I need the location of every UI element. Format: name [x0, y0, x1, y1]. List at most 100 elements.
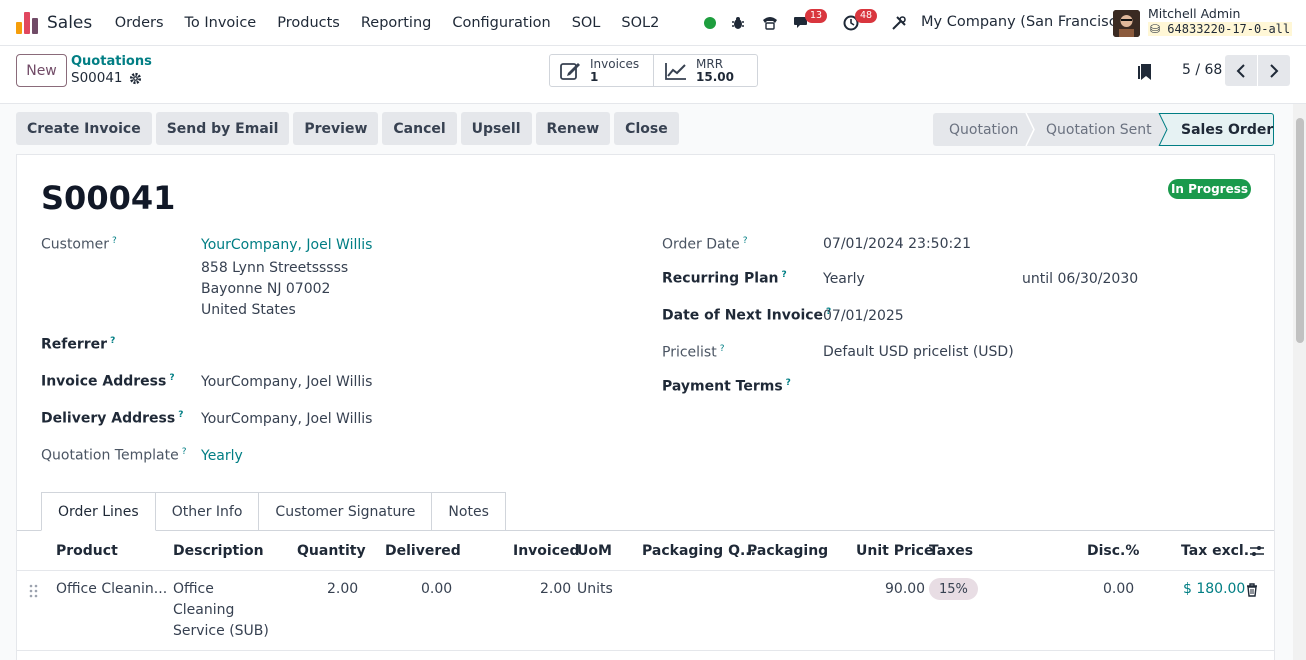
- messages-icon[interactable]: 13: [793, 9, 828, 31]
- drag-handle-icon[interactable]: [29, 584, 39, 598]
- referrer-field[interactable]: [201, 336, 501, 354]
- invoices-smart-button[interactable]: Invoices 1: [550, 55, 653, 86]
- pager-previous-button[interactable]: [1225, 55, 1257, 86]
- col-quantity[interactable]: Quantity: [297, 543, 366, 559]
- invoices-count: 1: [590, 69, 599, 84]
- row-description-line2[interactable]: Cleaning: [173, 602, 234, 618]
- col-invoiced[interactable]: Invoiced: [513, 543, 580, 559]
- customer-address-line2: Bayonne NJ 07002: [201, 281, 331, 297]
- mrr-smart-button[interactable]: MRR 15.00: [653, 55, 757, 86]
- recurring-until-field[interactable]: until 06/30/2030: [1022, 271, 1138, 287]
- close-button[interactable]: Close: [614, 112, 679, 145]
- menu-item-to-invoice[interactable]: To Invoice: [174, 0, 267, 46]
- payment-terms-field[interactable]: [823, 378, 1123, 396]
- send-by-email-button[interactable]: Send by Email: [155, 112, 290, 145]
- user-name[interactable]: Mitchell Admin: [1148, 6, 1240, 21]
- menu-item-orders[interactable]: Orders: [104, 0, 174, 46]
- row-description-line3[interactable]: Service (SUB): [173, 623, 269, 639]
- col-delivered[interactable]: Delivered: [385, 543, 461, 559]
- col-uom[interactable]: UoM: [577, 543, 612, 559]
- breadcrumb-quotations[interactable]: Quotations: [71, 54, 152, 69]
- row-quantity[interactable]: 2.00: [327, 581, 358, 597]
- customer-address-line1: 858 Lynn Streetsssss: [201, 260, 349, 276]
- top-navbar: Sales Orders To Invoice Products Reporti…: [0, 0, 1306, 46]
- col-description[interactable]: Description: [173, 543, 264, 559]
- order-date-label: Order Date?: [662, 236, 748, 253]
- col-product[interactable]: Product: [56, 543, 118, 559]
- bug-icon[interactable]: [731, 16, 745, 30]
- row-delivered[interactable]: 0.00: [421, 581, 452, 597]
- help-icon: ?: [110, 336, 116, 346]
- help-icon: ?: [178, 410, 184, 420]
- pager-next-button[interactable]: [1258, 55, 1290, 86]
- pricelist-label: Pricelist?: [662, 344, 725, 361]
- invoices-label: Invoices: [590, 56, 640, 71]
- renew-button[interactable]: Renew: [535, 112, 611, 145]
- menu-item-sol2[interactable]: SOL2: [611, 0, 670, 46]
- mrr-value: 15.00: [696, 69, 734, 84]
- col-tax-excl[interactable]: Tax excl.: [1181, 543, 1249, 559]
- breadcrumb-current: S00041: [71, 70, 142, 86]
- recurring-plan-field[interactable]: Yearly: [823, 271, 865, 287]
- sales-app-icon[interactable]: [16, 11, 38, 34]
- tools-icon[interactable]: [891, 15, 907, 31]
- row-unit-price[interactable]: 90.00: [885, 581, 925, 597]
- row-tax-tag[interactable]: 15%: [929, 578, 978, 600]
- pricelist-field[interactable]: Default USD pricelist (USD): [823, 344, 1014, 360]
- app-title[interactable]: Sales: [47, 13, 92, 33]
- trash-icon[interactable]: [1246, 583, 1258, 597]
- order-date-field[interactable]: 07/01/2024 23:50:21: [823, 236, 971, 252]
- gear-icon[interactable]: [129, 72, 142, 85]
- systray: 13 48: [700, 0, 907, 46]
- optional-columns-icon[interactable]: [1249, 544, 1265, 558]
- invoice-address-field[interactable]: YourCompany, Joel Willis: [201, 374, 372, 390]
- database-icon: ⛁: [1150, 22, 1161, 36]
- new-button[interactable]: New: [16, 54, 67, 87]
- row-uom[interactable]: Units: [577, 581, 613, 597]
- activities-clock-icon[interactable]: 48: [843, 9, 878, 31]
- scrollbar-thumb[interactable]: [1296, 118, 1304, 343]
- row-discount[interactable]: 0.00: [1103, 581, 1134, 597]
- tab-order-lines[interactable]: Order Lines: [41, 492, 156, 531]
- col-packaging-qty[interactable]: Packaging Q...: [642, 543, 756, 559]
- page-scrollbar[interactable]: [1293, 104, 1306, 660]
- bookmark-icon[interactable]: [1137, 63, 1153, 85]
- col-unit-price[interactable]: Unit Price: [856, 543, 933, 559]
- main-menu: Orders To Invoice Products Reporting Con…: [104, 0, 670, 46]
- tab-customer-signature[interactable]: Customer Signature: [259, 492, 433, 531]
- row-description-line1[interactable]: Office: [173, 581, 214, 597]
- line-chart-icon: [665, 62, 686, 80]
- cancel-button[interactable]: Cancel: [382, 112, 457, 145]
- col-taxes[interactable]: Taxes: [929, 543, 973, 559]
- help-icon: ?: [785, 378, 791, 388]
- chevron-left-icon: [1236, 63, 1245, 78]
- upsell-button[interactable]: Upsell: [460, 112, 532, 145]
- order-name: S00041: [41, 179, 176, 217]
- col-discount[interactable]: Disc.%: [1087, 543, 1139, 559]
- col-packaging[interactable]: Packaging: [747, 543, 828, 559]
- next-invoice-field[interactable]: 07/01/2025: [823, 308, 904, 324]
- menu-item-configuration[interactable]: Configuration: [442, 0, 561, 46]
- referrer-label: Referrer?: [41, 336, 116, 353]
- menu-item-sol[interactable]: SOL: [561, 0, 611, 46]
- pager-value[interactable]: 5 / 68: [1182, 62, 1222, 78]
- database-name-text: 64833220-17-0-all: [1167, 22, 1291, 36]
- tab-other-info[interactable]: Other Info: [155, 492, 260, 531]
- row-subtotal: $ 180.00: [1183, 581, 1246, 597]
- company-switcher[interactable]: My Company (San Francisco): [921, 14, 1131, 30]
- status-bar: Quotation Quotation Sent Sales Order: [933, 113, 1274, 146]
- help-icon: ?: [112, 236, 117, 246]
- user-avatar[interactable]: [1113, 10, 1140, 37]
- notebook-tabs: Order Lines Other Info Customer Signatur…: [41, 492, 506, 531]
- create-invoice-button[interactable]: Create Invoice: [16, 112, 152, 145]
- quotation-template-field[interactable]: Yearly: [201, 448, 243, 464]
- tab-notes[interactable]: Notes: [432, 492, 506, 531]
- preview-button[interactable]: Preview: [293, 112, 379, 145]
- customer-field[interactable]: YourCompany, Joel Willis: [201, 237, 372, 253]
- delivery-address-label: Delivery Address?: [41, 410, 184, 427]
- row-product[interactable]: Office Cleanin...: [56, 581, 167, 597]
- phone-icon[interactable]: [761, 15, 779, 31]
- menu-item-products[interactable]: Products: [267, 0, 351, 46]
- menu-item-reporting[interactable]: Reporting: [350, 0, 442, 46]
- delivery-address-field[interactable]: YourCompany, Joel Willis: [201, 411, 372, 427]
